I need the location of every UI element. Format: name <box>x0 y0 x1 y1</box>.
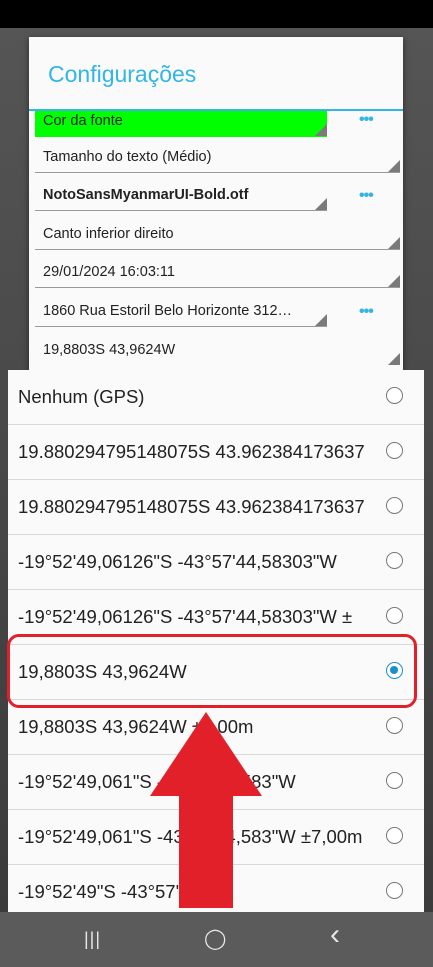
spinner-underline <box>35 172 400 173</box>
radio-button[interactable] <box>386 717 403 734</box>
spinner-underline <box>35 287 400 288</box>
radio-button[interactable] <box>386 387 403 404</box>
status-bar <box>0 0 433 28</box>
radio-button[interactable] <box>386 882 403 899</box>
spinner-arrow-icon <box>315 314 327 326</box>
spinner-underline <box>35 326 327 327</box>
back-icon[interactable]: ‹ <box>330 920 340 950</box>
more-icon[interactable]: ••• <box>359 187 374 205</box>
setting-label: 19,8803S 43,9624W <box>43 342 176 358</box>
radio-button[interactable] <box>386 827 403 844</box>
system-navigation-bar: ||| ◯ ‹ <box>0 912 433 967</box>
setting-label: Cor da fonte <box>43 113 123 129</box>
option-label: -19°52'49,06126"S -43°57'44,58303"W ± <box>18 606 353 627</box>
radio-button[interactable] <box>386 497 403 514</box>
home-icon[interactable]: ◯ <box>204 926 226 952</box>
more-icon[interactable]: ••• <box>359 303 374 321</box>
option-row[interactable]: 19.880294795148075S 43.962384173637 <box>8 425 424 480</box>
option-row[interactable]: 19.880294795148075S 43.962384173637 <box>8 480 424 535</box>
coordinates-spinner[interactable]: 19,8803S 43,9624W <box>35 340 400 366</box>
text-size-spinner[interactable]: Tamanho do texto (Médio) <box>35 147 400 173</box>
setting-label: Canto inferior direito <box>43 226 174 242</box>
setting-label: 29/01/2024 16:03:11 <box>43 264 175 280</box>
spinner-arrow-icon <box>388 160 400 172</box>
more-icon[interactable]: ••• <box>359 111 374 129</box>
font-file-spinner[interactable]: NotoSansMyanmarUI-Bold.otf <box>35 185 327 211</box>
setting-label: NotoSansMyanmarUI-Bold.otf <box>43 187 249 203</box>
option-label: Nenhum (GPS) <box>18 386 145 407</box>
spinner-arrow-icon <box>388 275 400 287</box>
radio-button[interactable] <box>386 442 403 459</box>
spinner-underline <box>35 249 400 250</box>
option-label: 19.880294795148075S 43.962384173637 <box>18 496 365 517</box>
spinner-arrow-icon <box>315 198 327 210</box>
spinner-underline <box>35 210 327 211</box>
option-label: -19°52'49,06126"S -43°57'44,58303"W <box>18 551 337 572</box>
font-color-spinner[interactable]: Cor da fonte <box>35 111 327 137</box>
setting-label: 1860 Rua Estoril Belo Horizonte 312… <box>43 303 293 319</box>
address-spinner[interactable]: 1860 Rua Estoril Belo Horizonte 312… <box>35 301 327 327</box>
position-spinner[interactable]: Canto inferior direito <box>35 224 400 250</box>
option-label: 19.880294795148075S 43.962384173637 <box>18 441 365 462</box>
selection-highlight-box <box>7 634 417 708</box>
recent-apps-icon[interactable]: ||| <box>84 926 101 952</box>
spinner-arrow-icon <box>388 237 400 249</box>
radio-button[interactable] <box>386 607 403 624</box>
radio-button[interactable] <box>386 552 403 569</box>
setting-label: Tamanho do texto (Médio) <box>43 149 212 165</box>
red-arrow-up-icon <box>150 712 262 908</box>
datetime-spinner[interactable]: 29/01/2024 16:03:11 <box>35 262 400 288</box>
settings-title: Configurações <box>48 61 197 87</box>
option-row[interactable]: -19°52'49,06126"S -43°57'44,58303"W <box>8 535 424 590</box>
radio-button[interactable] <box>386 772 403 789</box>
option-row[interactable]: Nenhum (GPS) <box>8 370 424 425</box>
spinner-arrow-icon <box>315 124 327 136</box>
settings-dialog: Configurações Cor da fonte ••• Tamanho d… <box>29 37 403 372</box>
spinner-arrow-icon <box>388 353 400 365</box>
